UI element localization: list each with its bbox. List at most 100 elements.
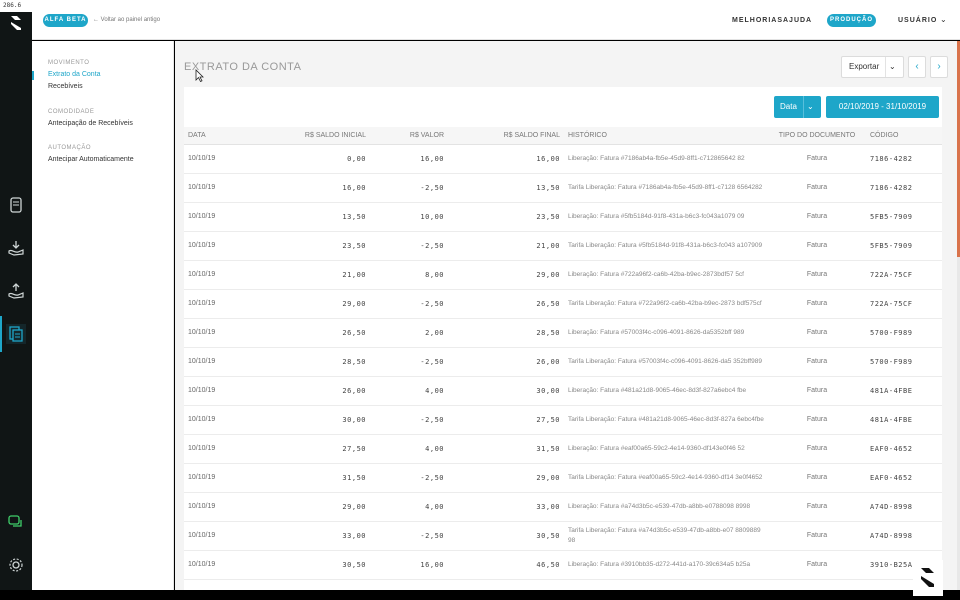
send-money-icon[interactable] <box>6 281 26 301</box>
table-row[interactable]: 10/10/19 29,00 -2,50 26,50 Tarifa Liberação:… <box>184 289 942 319</box>
fps-counter: 286.6 <box>0 0 33 12</box>
table-row[interactable]: Tarifa Liberação: Fatura #3910bb35-d272-… <box>184 579 942 590</box>
cell-saldo-inicial: 16,00 <box>258 173 370 203</box>
col-saldo-inicial[interactable]: R$ SALDO INICIAL <box>258 127 370 145</box>
cell-tipo: Fatura <box>768 347 866 377</box>
brand-logo-icon[interactable] <box>7 14 25 32</box>
statement-table: DATA R$ SALDO INICIAL R$ VALOR R$ SALDO … <box>184 127 942 590</box>
table-row[interactable]: 10/10/19 28,50 -2,50 26,00 Tarifa Liberação:… <box>184 347 942 377</box>
cell-data: 10/10/19 <box>184 492 258 522</box>
cell-tipo: Fatura <box>768 405 866 435</box>
cell-data: 10/10/19 <box>184 434 258 464</box>
cell-valor: 16,00 <box>370 550 448 580</box>
cell-saldo-final: 31,50 <box>448 434 564 464</box>
table-row[interactable]: 10/10/19 0,00 16,00 16,00 Liberação: Fatura … <box>184 144 942 174</box>
table-row[interactable]: 10/10/19 23,50 -2,50 21,00 Tarifa Liberação:… <box>184 231 942 261</box>
table-row[interactable]: 10/10/19 33,00 -2,50 30,50 Tarifa Liberação:… <box>184 521 942 551</box>
back-to-old-panel-link[interactable]: ← Voltar ao painel antigo <box>93 14 160 27</box>
export-button[interactable]: Exportar ⌄ <box>841 56 904 78</box>
table-header-row: DATA R$ SALDO INICIAL R$ VALOR R$ SALDO … <box>184 127 942 145</box>
table-row[interactable]: 10/10/19 30,50 16,00 46,50 Liberação: Fatura… <box>184 550 942 580</box>
table-row[interactable]: 10/10/19 29,00 4,00 33,00 Liberação: Fatura … <box>184 492 942 522</box>
back-link-label: Voltar ao painel antigo <box>100 17 161 23</box>
cell-valor: 2,00 <box>370 318 448 348</box>
section-movimento: MOVIMENTO <box>48 60 90 66</box>
date-range-picker[interactable]: 02/10/2019 - 31/10/2019 <box>826 96 939 118</box>
table-row[interactable]: 10/10/19 31,50 -2,50 29,00 Tarifa Liberação:… <box>184 463 942 493</box>
cell-codigo: 7186-4282 <box>866 173 942 203</box>
col-valor[interactable]: R$ VALOR <box>370 127 448 145</box>
main-content: EXTRATO DA CONTA Exportar ⌄ ‹ › Data ⌄ 0… <box>175 41 957 590</box>
chevron-down-icon[interactable]: ⌄ <box>889 57 896 77</box>
cell-historico: Liberação: Fatura #57003f4c-c096-4091-86… <box>564 318 768 348</box>
table-row[interactable]: 10/10/19 13,50 10,00 23,50 Liberação: Fatura… <box>184 202 942 232</box>
cell-historico: Liberação: Fatura #722a96f2-ca6b-42ba-b9… <box>564 260 768 290</box>
user-menu[interactable]: USUÁRIO <box>898 14 937 27</box>
receive-money-icon[interactable] <box>6 238 26 258</box>
cell-saldo-inicial <box>258 579 370 590</box>
cell-historico: Liberação: Fatura #a74d3b5c-e539-47db-a8… <box>564 492 768 522</box>
table-row[interactable]: 10/10/19 26,00 4,00 30,00 Liberação: Fatura … <box>184 376 942 406</box>
menu-item-antecipacao[interactable]: Antecipação de Recebíveis <box>48 120 133 127</box>
cell-codigo: 5FB5-7909 <box>866 202 942 232</box>
cell-tipo: Fatura <box>768 434 866 464</box>
cell-saldo-inicial: 13,50 <box>258 202 370 232</box>
cards-icon[interactable] <box>6 195 26 215</box>
brand-logo-icon <box>921 568 934 587</box>
table-row[interactable]: 10/10/19 16,00 -2,50 13,50 Tarifa Liberação:… <box>184 173 942 203</box>
cell-saldo-final: 29,00 <box>448 463 564 493</box>
cell-saldo-final: 33,00 <box>448 492 564 522</box>
col-historico[interactable]: HISTÓRICO <box>564 127 768 145</box>
date-filter-button[interactable]: Data ⌄ <box>774 96 821 118</box>
table-row[interactable]: 10/10/19 27,50 4,00 31,50 Liberação: Fatura … <box>184 434 942 464</box>
menu-item-antecipar-auto[interactable]: Antecipar Automaticamente <box>48 156 134 163</box>
chevron-down-icon[interactable]: ⌄ <box>807 96 814 118</box>
chevron-down-icon[interactable]: ⌄ <box>940 15 947 24</box>
cell-historico: Liberação: Fatura #7186ab4a-fb5e-45d9-8f… <box>564 144 768 174</box>
nav-ajuda[interactable]: AJUDA <box>783 14 812 27</box>
date-filter-label: Data <box>780 102 797 111</box>
arrow-left-icon: ← <box>93 17 101 23</box>
export-label: Exportar <box>849 62 880 71</box>
cell-saldo-final: 30,00 <box>448 376 564 406</box>
col-saldo-final[interactable]: R$ SALDO FINAL <box>448 127 564 145</box>
nav-melhorias[interactable]: MELHORIAS <box>732 14 783 27</box>
next-page-button[interactable]: › <box>930 56 948 78</box>
statement-icon[interactable] <box>0 316 26 352</box>
cell-saldo-final <box>448 579 564 590</box>
cell-saldo-inicial: 28,50 <box>258 347 370 377</box>
col-codigo[interactable]: CÓDIGO <box>866 127 942 145</box>
app-rail <box>0 0 32 590</box>
cell-tipo: Fatura <box>768 289 866 319</box>
cell-valor: -2,50 <box>370 289 448 319</box>
table-row[interactable]: 10/10/19 30,00 -2,50 27,50 Tarifa Liberação:… <box>184 405 942 435</box>
table-row[interactable]: 10/10/19 26,50 2,00 28,50 Liberação: Fatura … <box>184 318 942 348</box>
col-data[interactable]: DATA <box>184 127 258 145</box>
cell-saldo-inicial: 27,50 <box>258 434 370 464</box>
prev-page-button[interactable]: ‹ <box>908 56 926 78</box>
cell-codigo: 481A-4FBE <box>866 376 942 406</box>
cell-tipo: Fatura <box>768 231 866 261</box>
environment-badge[interactable]: PRODUÇÃO <box>827 14 876 27</box>
cell-saldo-inicial: 26,00 <box>258 376 370 406</box>
support-chat-icon[interactable] <box>6 512 26 532</box>
cell-valor: -2,50 <box>370 173 448 203</box>
cell-data: 10/10/19 <box>184 405 258 435</box>
cell-historico: Tarifa Liberação: Fatura #eaf00a65-59c2-… <box>564 463 768 493</box>
mouse-pointer-icon <box>195 69 204 82</box>
cell-codigo: EAF0-4652 <box>866 434 942 464</box>
menu-item-extrato[interactable]: Extrato da Conta <box>32 71 101 80</box>
table-row[interactable]: 10/10/19 21,00 8,00 29,00 Liberação: Fatura … <box>184 260 942 290</box>
settings-gear-icon[interactable] <box>6 555 26 575</box>
cell-saldo-final: 28,50 <box>448 318 564 348</box>
cell-data: 10/10/19 <box>184 376 258 406</box>
menu-item-recebiveis[interactable]: Recebíveis <box>48 83 83 90</box>
beta-badge[interactable]: ALFA BETA <box>43 14 88 27</box>
cell-data <box>184 579 258 590</box>
cell-data: 10/10/19 <box>184 463 258 493</box>
cell-data: 10/10/19 <box>184 260 258 290</box>
cell-data: 10/10/19 <box>184 521 258 551</box>
cell-saldo-final: 23,50 <box>448 202 564 232</box>
col-tipo-documento[interactable]: TIPO DO DOCUMENTO <box>768 127 866 145</box>
cell-valor: 8,00 <box>370 260 448 290</box>
